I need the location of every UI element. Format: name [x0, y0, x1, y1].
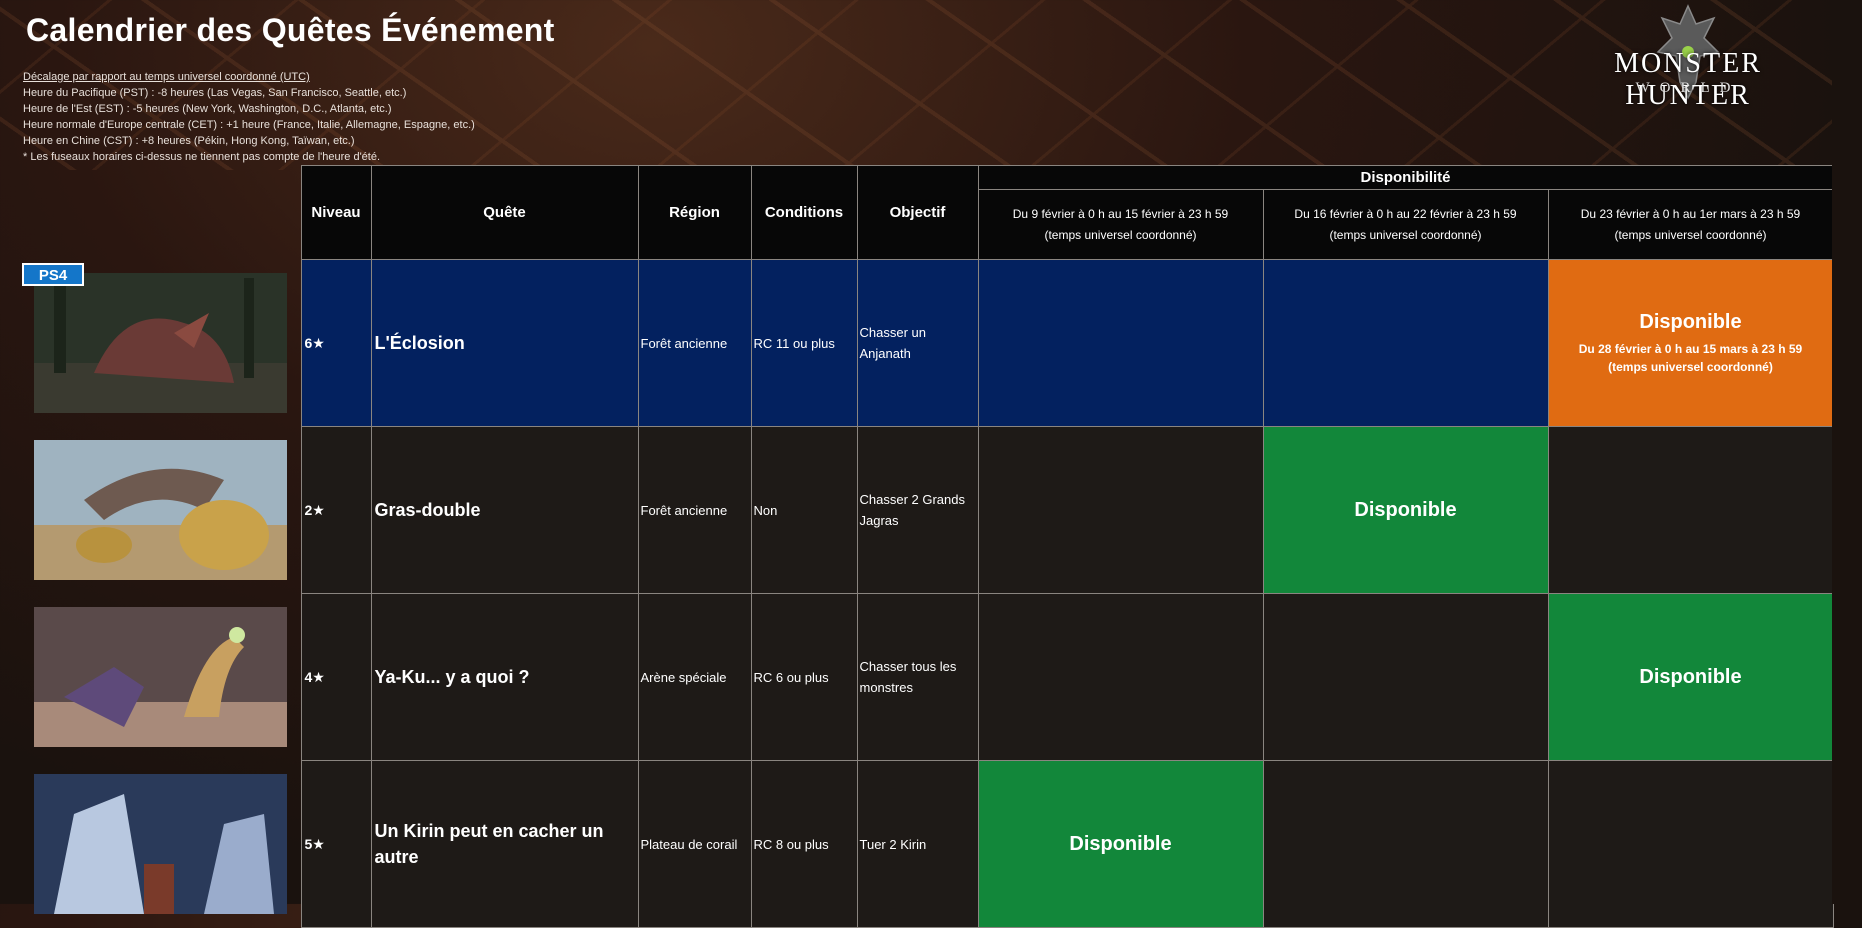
tz-line-cst: Heure en Chine (CST) : +8 heures (Pékin,…	[23, 135, 355, 147]
quest-thumbnail-yian-kut-ku[interactable]	[34, 607, 288, 747]
availability-period-2	[1262, 593, 1549, 761]
period-1-note: (temps universel coordonné)	[1044, 227, 1197, 242]
availability-period-3: Disponible	[1547, 593, 1834, 761]
tz-line-pst: Heure du Pacifique (PST) : -8 heures (La…	[23, 87, 407, 99]
region-cell: Forêt ancienne	[637, 259, 752, 427]
header-period-2: Du 16 février à 0 h au 22 février à 23 h…	[1262, 189, 1549, 260]
header-period-3: Du 23 février à 0 h au 1er mars à 23 h 5…	[1547, 189, 1834, 260]
availability-period-1	[977, 259, 1264, 427]
availability-period-2	[1262, 760, 1549, 928]
header-period-1: Du 9 février à 0 h au 15 février à 23 h …	[977, 189, 1264, 260]
availability-period-1	[977, 426, 1264, 594]
logo-line2: WORLD	[1635, 80, 1741, 96]
availability-period-1: Disponible	[977, 760, 1264, 928]
quest-name: Ya-Ku... y a quoi ?	[370, 593, 639, 761]
quest-name: Gras-double	[370, 426, 639, 594]
header-objectif: Objectif	[856, 165, 979, 260]
tz-line-cet: Heure normale d'Europe centrale (CET) : …	[23, 119, 475, 131]
page-edge	[1832, 0, 1862, 904]
quest-thumbnail-cell	[21, 761, 301, 928]
level-cell: 2★	[300, 426, 372, 594]
quest-name: L'Éclosion	[370, 259, 639, 427]
quest-thumbnail-anjanath[interactable]	[34, 273, 288, 413]
quest-thumbnail-great-jagras[interactable]	[34, 440, 288, 580]
header-disponibilite: Disponibilité	[977, 165, 1834, 190]
ps4-platform-badge: PS4	[22, 263, 84, 286]
availability-label: Disponible	[1639, 310, 1742, 333]
header-spacer	[21, 166, 301, 260]
tz-line-est: Heure de l'Est (EST) : -5 heures (New Yo…	[23, 103, 392, 115]
quest-table: Niveau Quête Région Conditions Objectif …	[21, 165, 1834, 928]
header-quete: Quête	[370, 165, 639, 260]
period-3-dates: Du 23 février à 0 h au 1er mars à 23 h 5…	[1580, 206, 1801, 221]
tz-footnote: * Les fuseaux horaires ci-dessus ne tien…	[23, 151, 381, 163]
period-2-note: (temps universel coordonné)	[1329, 227, 1482, 242]
header-region: Région	[637, 165, 752, 260]
table-row[interactable]: 4★ Ya-Ku... y a quoi ? Arène spéciale RC…	[21, 593, 1834, 761]
availability-period-2: Disponible	[1262, 426, 1549, 594]
availability-period-1	[977, 593, 1264, 761]
region-cell: Forêt ancienne	[637, 426, 752, 594]
availability-period-3	[1547, 426, 1834, 594]
objective-cell: Chasser un Anjanath	[856, 259, 979, 427]
quest-name: Un Kirin peut en cacher un autre	[370, 760, 639, 928]
availability-extended-dates: Du 28 février à 0 h au 15 mars à 23 h 59	[1578, 341, 1803, 356]
objective-cell: Chasser 2 Grands Jagras	[856, 426, 979, 594]
conditions-cell: Non	[750, 426, 858, 594]
availability-extended-note: (temps universel coordonné)	[1608, 359, 1773, 374]
level-cell: 5★	[300, 760, 372, 928]
availability-period-3: Disponible Du 28 février à 0 h au 15 mar…	[1547, 259, 1834, 427]
period-3-note: (temps universel coordonné)	[1614, 227, 1767, 242]
region-cell: Plateau de corail	[637, 760, 752, 928]
monster-hunter-logo: MONSTER HUNTER WORLD	[1548, 0, 1828, 111]
header-conditions: Conditions	[750, 165, 858, 260]
page-title: Calendrier des Quêtes Événement	[26, 12, 555, 48]
table-row[interactable]: 6★ L'Éclosion Forêt ancienne RC 11 ou pl…	[21, 259, 1834, 427]
availability-period-2	[1262, 259, 1549, 427]
conditions-cell: RC 11 ou plus	[750, 259, 858, 427]
period-1-dates: Du 9 février à 0 h au 15 février à 23 h …	[1012, 206, 1229, 221]
region-cell: Arène spéciale	[637, 593, 752, 761]
timezone-info: Décalage par rapport au temps universel …	[23, 69, 475, 165]
quest-thumbnail-kirin[interactable]	[34, 774, 288, 914]
table-row[interactable]: 2★ Gras-double Forêt ancienne Non Chasse…	[21, 426, 1834, 594]
conditions-cell: RC 6 ou plus	[750, 593, 858, 761]
level-cell: 6★	[300, 259, 372, 427]
objective-cell: Chasser tous les monstres	[856, 593, 979, 761]
header-niveau: Niveau	[300, 165, 372, 260]
quest-thumbnail-cell	[21, 594, 301, 761]
period-2-dates: Du 16 février à 0 h au 22 février à 23 h…	[1294, 206, 1517, 221]
conditions-cell: RC 8 ou plus	[750, 760, 858, 928]
objective-cell: Tuer 2 Kirin	[856, 760, 979, 928]
availability-period-3	[1547, 760, 1834, 928]
tz-heading: Décalage par rapport au temps universel …	[23, 71, 310, 83]
quest-thumbnail-cell	[21, 427, 301, 594]
level-cell: 4★	[300, 593, 372, 761]
table-row[interactable]: 5★ Un Kirin peut en cacher un autre Plat…	[21, 760, 1834, 928]
